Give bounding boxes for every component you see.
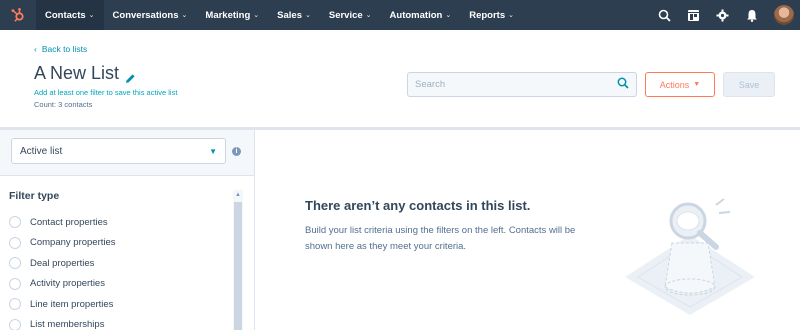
avatar[interactable] (774, 5, 794, 25)
filter-option-label: List memberships (30, 319, 105, 330)
nav-service[interactable]: Service ⌄ (320, 0, 381, 30)
scrollbar-thumb[interactable] (234, 202, 242, 330)
search-icon[interactable] (650, 0, 679, 30)
chevron-left-icon: ‹ (34, 44, 37, 54)
scroll-up-arrow-icon[interactable]: ▲ (233, 190, 243, 200)
filter-option-label: Line item properties (30, 298, 114, 310)
nav-label: Service (328, 9, 363, 21)
radio-button[interactable] (9, 298, 21, 311)
filter-option-label: Activity properties (30, 278, 105, 290)
nav-label: Reports (469, 9, 506, 21)
filter-option-contact-properties[interactable]: Contact properties (9, 212, 229, 233)
radio-button[interactable] (9, 216, 21, 229)
search-input[interactable]: Search (407, 72, 637, 97)
filter-option-deal-properties[interactable]: Deal properties (9, 253, 229, 274)
caret-down-icon: ▼ (693, 81, 701, 88)
chevron-down-icon: ⌄ (304, 12, 311, 19)
nav-right-tools (650, 0, 800, 30)
list-type-value: Active list (20, 145, 63, 157)
actions-label: Actions (659, 79, 690, 90)
radio-button[interactable] (9, 257, 21, 270)
nav-marketing[interactable]: Marketing ⌄ (196, 0, 268, 30)
chevron-down-icon: ⌄ (365, 12, 372, 19)
nav-reports[interactable]: Reports ⌄ (460, 0, 523, 30)
filter-option-list-memberships[interactable]: List memberships (9, 315, 229, 330)
filter-option-activity-properties[interactable]: Activity properties (9, 274, 229, 295)
nav-label: Automation (389, 9, 443, 21)
caret-down-icon: ▼ (209, 146, 217, 156)
nav-contacts[interactable]: Contacts ⌄ (36, 0, 104, 30)
empty-state-description: Build your list criteria using the filte… (305, 225, 576, 252)
nav-label: Sales (277, 9, 302, 21)
filter-scrollbar[interactable]: ▲ (233, 190, 243, 330)
page-title: A New List (34, 63, 136, 84)
nav-label: Contacts (45, 9, 86, 21)
search-placeholder: Search (415, 79, 446, 90)
nav-automation[interactable]: Automation ⌄ (381, 0, 461, 30)
nav-label: Conversations (112, 9, 179, 21)
radio-button[interactable] (9, 318, 21, 330)
back-to-lists-link[interactable]: ‹ Back to lists (34, 44, 87, 54)
empty-state-title: There aren’t any contacts in this list. (305, 198, 531, 213)
info-icon[interactable]: i (232, 147, 241, 156)
save-hint: Add at least one filter to save this act… (34, 88, 178, 97)
chevron-down-icon: ⌄ (445, 12, 452, 19)
actions-button[interactable]: Actions ▼ (645, 72, 715, 97)
back-link-label: Back to lists (41, 44, 88, 54)
filter-type-heading: Filter type (9, 190, 60, 202)
save-button[interactable]: Save (723, 72, 775, 97)
filter-option-line-item-properties[interactable]: Line item properties (9, 294, 229, 315)
chevron-down-icon: ⌄ (508, 12, 514, 19)
magnifying-glass-illustration-icon (620, 195, 760, 315)
filter-option-label: Deal properties (30, 257, 95, 269)
filter-option-label: Company properties (30, 237, 116, 249)
nav-label: Marketing (205, 9, 251, 21)
contact-count: Count: 3 contacts (34, 100, 93, 109)
top-nav: Contacts ⌄ Conversations ⌄ Marketing ⌄ S… (0, 0, 800, 30)
search-icon[interactable] (617, 77, 629, 92)
chevron-down-icon: ⌄ (181, 12, 188, 19)
filter-option-label: Contact properties (30, 216, 108, 228)
nav-sales[interactable]: Sales ⌄ (268, 0, 320, 30)
chevron-down-icon: ⌄ (253, 12, 260, 19)
settings-icon[interactable] (708, 0, 737, 30)
nav-conversations[interactable]: Conversations ⌄ (104, 0, 197, 30)
hubspot-logo-icon[interactable] (0, 0, 36, 30)
marketplace-icon[interactable] (679, 0, 708, 30)
notifications-icon[interactable] (737, 0, 766, 30)
radio-button[interactable] (9, 236, 21, 249)
radio-button[interactable] (9, 277, 21, 290)
filter-option-company-properties[interactable]: Company properties (9, 233, 229, 254)
pencil-icon[interactable] (125, 68, 136, 83)
list-name: A New List (34, 63, 120, 83)
list-type-select[interactable]: Active list ▼ (11, 138, 226, 164)
filter-type-list: Contact properties Company properties De… (9, 212, 229, 330)
chevron-down-icon: ⌄ (88, 12, 95, 19)
